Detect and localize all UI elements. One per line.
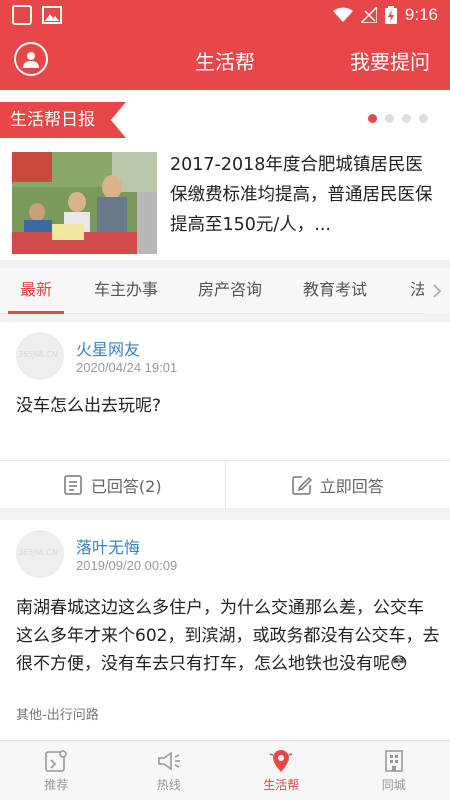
- nav-life-help[interactable]: 生活帮: [225, 741, 338, 800]
- notification-square-icon: [12, 5, 32, 25]
- avatar-watermark: 365JIA.CN: [18, 350, 58, 359]
- status-time: 9:16: [404, 5, 438, 24]
- category-tabs: 最新 车主办事 房产咨询 教育考试 法: [0, 268, 450, 314]
- user-icon: [21, 49, 41, 69]
- avatar[interactable]: 365JIA.CN: [16, 530, 64, 578]
- battery-icon: [384, 6, 397, 24]
- post-content[interactable]: 南湖春城这边这么多住户，为什么交通那么差，公交车这么多年才来个602，到滨湖，或…: [16, 594, 440, 678]
- app-header: 生活帮 我要提问: [0, 30, 450, 90]
- bottom-navigation: 推荐 热线 生活帮 同城: [0, 740, 450, 800]
- post-time: 2019/09/20 00:09: [76, 558, 178, 573]
- carousel-dot: [385, 114, 394, 123]
- carousel-dot: [419, 114, 428, 123]
- nav-same-city[interactable]: 同城: [338, 741, 450, 800]
- tabs-scroll-right-button[interactable]: [424, 268, 450, 314]
- nav-recommend[interactable]: 推荐: [0, 741, 113, 800]
- post-content-text: 南湖春城这边这么多住户，为什么交通那么差，公交车这么多年才来个602，到滨湖，或…: [16, 598, 440, 674]
- news-thumbnail[interactable]: [12, 152, 157, 254]
- post-content[interactable]: 没车怎么出去玩呢?: [16, 392, 436, 420]
- answered-label: 已回答(2): [90, 476, 162, 496]
- post-username[interactable]: 落叶无悔: [76, 534, 140, 558]
- ask-question-button[interactable]: 我要提问: [350, 46, 430, 75]
- tab-car-owner[interactable]: 车主办事: [86, 268, 166, 314]
- post-time: 2020/04/24 19:01: [76, 360, 178, 375]
- user-avatar-button[interactable]: [14, 42, 48, 76]
- post-category[interactable]: 其他-出行问路: [16, 704, 99, 723]
- edit-icon: [291, 475, 312, 495]
- carousel-dot: [402, 114, 411, 123]
- tab-latest[interactable]: 最新: [8, 268, 64, 314]
- status-bar: 9:16: [0, 0, 450, 30]
- chevron-right-icon: [432, 283, 442, 299]
- nav-hotline[interactable]: 热线: [113, 741, 226, 800]
- tab-housing[interactable]: 房产咨询: [190, 268, 270, 314]
- location-pin-icon: [268, 748, 294, 774]
- megaphone-icon: [156, 748, 182, 774]
- nav-life-help-label: 生活帮: [263, 778, 300, 792]
- news-headline[interactable]: 2017-2018年度合肥城镇居民医保缴费标准均提高，普通居民医保提高至150元…: [170, 150, 438, 240]
- wifi-icon: [332, 7, 353, 23]
- carousel-dots: [368, 114, 428, 123]
- post-username[interactable]: 火星网友: [76, 336, 140, 360]
- answer-now-button[interactable]: 立即回答: [224, 461, 450, 508]
- carousel-dot: [368, 114, 377, 123]
- answer-now-label: 立即回答: [319, 476, 384, 496]
- question-card[interactable]: 365JIA.CN 落叶无悔 2019/09/20 00:09 南湖春城这边这么…: [0, 520, 450, 740]
- avatar-watermark: 365JIA.CN: [18, 548, 58, 557]
- tab-education[interactable]: 教育考试: [295, 268, 375, 314]
- post-actions: 已回答(2) 立即回答: [0, 460, 450, 508]
- flushed-emoji: 😳: [390, 654, 408, 674]
- nav-same-city-label: 同城: [381, 778, 406, 792]
- building-icon: [381, 748, 407, 774]
- nav-hotline-label: 热线: [156, 778, 181, 792]
- answered-button[interactable]: 已回答(2): [0, 461, 225, 508]
- daily-tag: 生活帮日报: [0, 102, 126, 138]
- avatar[interactable]: 365JIA.CN: [16, 332, 64, 380]
- answer-list-icon: [63, 474, 83, 495]
- nav-recommend-label: 推荐: [44, 778, 69, 792]
- image-notification-icon: [42, 6, 62, 24]
- recommend-icon: [43, 748, 69, 774]
- question-card[interactable]: 365JIA.CN 火星网友 2020/04/24 19:01 没车怎么出去玩呢…: [0, 322, 450, 508]
- daily-news-card[interactable]: 生活帮日报 2017-2018年度合肥城镇居民医保缴费标准均提高，普通居民医保提…: [0, 90, 450, 260]
- signal-icon: [360, 7, 377, 23]
